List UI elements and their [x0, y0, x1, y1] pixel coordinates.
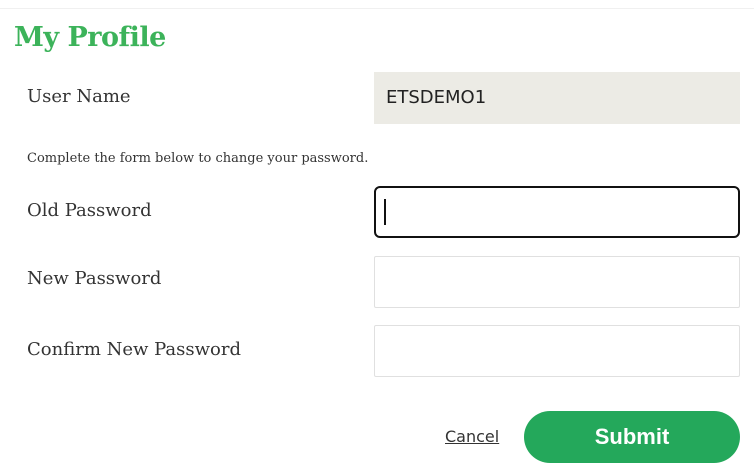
- confirm-password-label: Confirm New Password: [27, 339, 242, 360]
- new-password-label: New Password: [27, 268, 162, 289]
- user-name-label: User Name: [27, 86, 131, 107]
- submit-button[interactable]: Submit: [524, 411, 740, 463]
- form-helper-text: Complete the form below to change your p…: [27, 151, 369, 166]
- text-caret: [384, 199, 386, 225]
- page-title: My Profile: [14, 22, 166, 53]
- confirm-password-field[interactable]: [374, 325, 740, 377]
- cancel-link[interactable]: Cancel: [445, 427, 499, 446]
- new-password-field[interactable]: [374, 256, 740, 308]
- old-password-field[interactable]: [374, 186, 740, 238]
- user-name-value: ETSDEMO1: [374, 72, 740, 124]
- old-password-label: Old Password: [27, 200, 152, 221]
- top-divider: [0, 0, 754, 9]
